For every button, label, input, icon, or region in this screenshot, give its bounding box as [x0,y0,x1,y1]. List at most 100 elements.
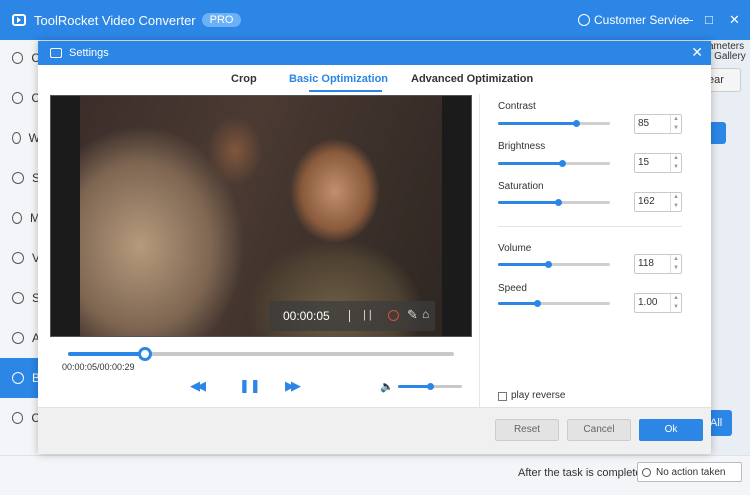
sidebar-item-basic-optimization[interactable]: B [0,358,40,398]
tab-bar: Crop Basic Optimization Advanced Optimiz… [38,65,711,93]
contrast-spinner[interactable]: ▲ ▼ [670,115,681,133]
overlay-pen-icon[interactable]: ✎ [407,307,418,323]
video-preview: 00:00:05 | | ✎ ⌂ [50,95,472,337]
speed-label: Speed [498,283,527,294]
saturation-slider-fill [498,201,559,204]
sidebar-item-convert[interactable]: C [0,40,40,76]
video-overlay-toolbar: 00:00:05 | | ✎ ⌂ [269,301,435,331]
overlay-pause-icon[interactable]: | | [363,309,372,321]
spin-up-icon: ▲ [673,256,679,262]
saturation-label: Saturation [498,181,544,192]
convert-icon [12,52,24,64]
playback-progress-track[interactable] [68,347,454,361]
saturation-input[interactable]: 162 ▲ ▼ [634,192,682,212]
dialog-logo-icon [50,48,62,58]
reset-button[interactable]: Reset [495,419,559,441]
dialog-titlebar: Settings ✕ [38,41,711,65]
volume-adjust-slider-fill [498,263,549,266]
saturation-slider-handle[interactable] [555,199,563,206]
customer-service-label: Customer Service [594,13,690,27]
speed-input[interactable]: 1.00 ▲ ▼ [634,293,682,313]
brightness-slider-handle[interactable] [558,160,566,167]
tab-crop[interactable]: Crop [231,73,257,85]
volume-adjust-slider-handle[interactable] [545,261,553,268]
pause-button[interactable]: ❚❚ [239,378,261,394]
contrast-slider-handle[interactable] [573,120,581,127]
saturation-slider[interactable] [498,199,610,206]
dialog-close-icon[interactable]: ✕ [691,45,703,59]
maximize-button[interactable]: □ [705,12,713,28]
play-reverse-checkbox[interactable] [498,392,507,401]
contrast-input[interactable]: 85 ▲ ▼ [634,114,682,134]
pro-badge: PRO [201,13,242,27]
gif-icon [12,252,24,264]
panel-divider [498,226,682,227]
volume-icon[interactable]: 🔈 [380,380,394,393]
playback-progress-fill [68,352,146,356]
sidebar-item-audio[interactable]: A [0,320,40,356]
after-task-value: No action taken [656,466,726,478]
after-task-select[interactable]: No action taken [637,462,742,482]
minimize-button[interactable]: — [680,12,693,28]
active-tab-indicator [309,90,382,92]
speed-spinner[interactable]: ▲ ▼ [670,294,681,312]
spin-up-icon: ▲ [673,155,679,161]
forward-button[interactable]: ▶▶ [285,378,301,394]
brightness-spinner[interactable]: ▲ ▼ [670,154,681,172]
sidebar-item-watermark[interactable]: W [0,120,40,156]
watermark-icon [12,132,21,144]
speed-slider[interactable] [498,300,610,307]
dialog-footer: Reset Cancel Ok [38,407,711,454]
speed-slider-fill [498,302,538,305]
bg-convert-all-button[interactable]: All [708,410,732,436]
cancel-button[interactable]: Cancel [567,419,631,441]
sidebar-item-screen-record[interactable]: S [0,280,40,316]
adjustment-panel: Contrast 85 ▲ ▼ Brightness 15 ▲ ▼ Saturati… [479,94,711,407]
screen-record-icon [12,292,24,304]
ok-button[interactable]: Ok [639,419,703,441]
brightness-slider-fill [498,162,562,165]
app-logo-icon [12,14,26,26]
playback-progress-handle[interactable] [138,347,153,361]
spin-down-icon: ▼ [673,265,679,271]
volume-label: Volume [498,243,532,254]
volume-slider-track[interactable] [398,383,462,390]
tab-basic-optimization[interactable]: Basic Optimization [289,73,388,85]
after-task-label: After the task is completed [518,467,648,479]
overlay-time: 00:00:05 [283,309,330,323]
contrast-label: Contrast [498,101,536,112]
volume-adjust-slider[interactable] [498,261,610,268]
sidebar-item-crop[interactable]: C [0,400,40,436]
spin-down-icon: ▼ [673,125,679,131]
volume-slider-fill [398,385,430,388]
overlay-separator [349,310,350,322]
volume-spinner[interactable]: ▲ ▼ [670,255,681,273]
brightness-label: Brightness [498,141,546,152]
settings-dialog: Settings ✕ Crop Basic Optimization Advan… [38,41,711,454]
close-button[interactable]: ✕ [729,12,740,28]
spin-up-icon: ▲ [673,116,679,122]
volume-slider-handle[interactable] [427,383,434,390]
spin-up-icon: ▲ [673,295,679,301]
rewind-button[interactable]: ◀◀ [190,378,206,394]
contrast-slider[interactable] [498,120,610,127]
app-titlebar: ToolRocket Video Converter PRO Customer … [0,0,750,40]
clock-icon [642,467,651,477]
brightness-slider[interactable] [498,160,610,167]
saturation-spinner[interactable]: ▲ ▼ [670,193,681,211]
audio-icon [12,332,24,344]
sidebar-item-speed[interactable]: S [0,160,40,196]
customer-service-link[interactable]: Customer Service [578,13,689,27]
overlay-home-icon[interactable]: ⌂ [422,307,429,321]
overlay-record-icon[interactable] [388,310,399,321]
spin-down-icon: ▼ [673,304,679,310]
volume-input[interactable]: 118 ▲ ▼ [634,254,682,274]
sidebar-item-merge[interactable]: M [0,200,40,236]
brightness-input[interactable]: 15 ▲ ▼ [634,153,682,173]
speed-slider-handle[interactable] [534,300,542,307]
sidebar-item-compress[interactable]: C [0,80,40,116]
tab-advanced-optimization[interactable]: Advanced Optimization [411,73,533,85]
sidebar-item-gif[interactable]: V [0,240,40,276]
app-title: ToolRocket Video Converter [34,12,196,28]
spin-down-icon: ▼ [673,203,679,209]
